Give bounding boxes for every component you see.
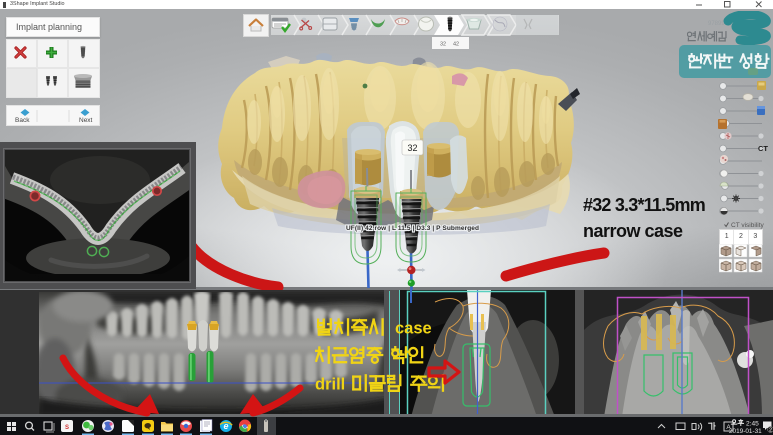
svg-text:2019-01-31: 2019-01-31 [729, 428, 762, 435]
svg-text:32: 32 [440, 42, 446, 48]
svg-text:CT: CT [758, 144, 768, 153]
svg-text:2:45: 2:45 [746, 421, 759, 428]
svg-text:drill: drill [315, 376, 345, 394]
svg-text:2: 2 [769, 428, 772, 434]
svg-text:42: 42 [453, 42, 459, 48]
svg-text:case: case [395, 320, 432, 338]
svg-text:S: S [65, 425, 69, 431]
svg-text:CT visibility: CT visibility [731, 222, 764, 229]
svg-text:32: 32 [407, 143, 417, 153]
